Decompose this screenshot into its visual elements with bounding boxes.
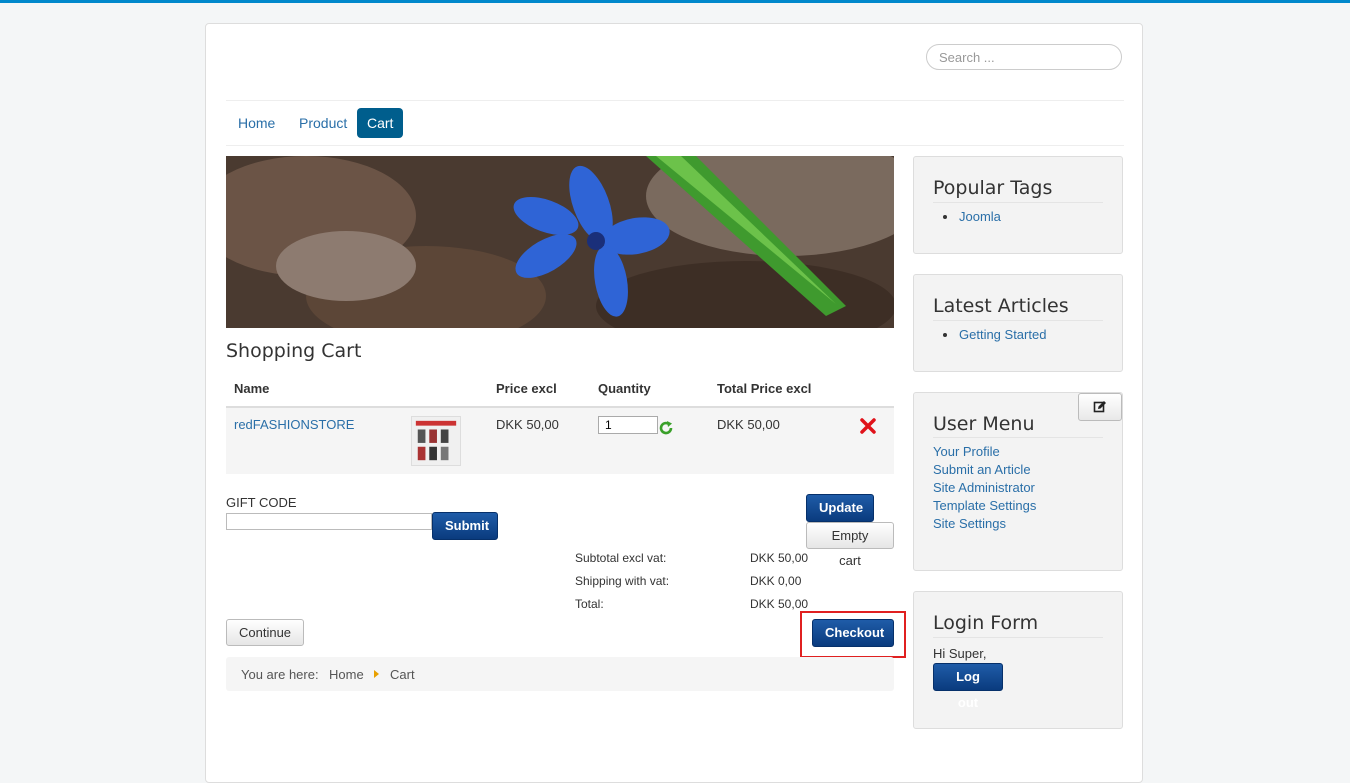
gift-code-input[interactable] (226, 513, 432, 530)
page-container: Home Product Cart Shopping Cart Name Pri… (205, 23, 1143, 783)
module-divider (933, 637, 1103, 638)
login-form-title: Login Form (933, 612, 1039, 634)
module-divider (933, 320, 1103, 321)
gift-code-label: GIFT CODE (226, 495, 297, 510)
header-divider (226, 100, 1124, 101)
latest-articles-module: Latest Articles Getting Started (913, 274, 1123, 372)
quantity-input[interactable] (598, 416, 658, 434)
shipping-label: Shipping with vat: (575, 574, 670, 588)
popular-tags-module: Popular Tags Joomla (913, 156, 1123, 254)
cart-item-price: DKK 50,00 (496, 417, 559, 432)
subtotal-label: Subtotal excl vat: (575, 551, 667, 565)
nav-divider (226, 145, 1124, 146)
login-greeting: Hi Super, (933, 646, 987, 661)
module-divider (933, 202, 1103, 203)
col-price-header: Price excl (496, 381, 557, 396)
user-menu-your-profile[interactable]: Your Profile (933, 444, 1000, 459)
col-name-header: Name (234, 381, 270, 396)
edit-icon (1093, 401, 1106, 413)
user-menu-template-settings[interactable]: Template Settings (933, 498, 1036, 513)
total-label: Total: (575, 597, 604, 611)
logout-button[interactable]: Log out (933, 663, 1003, 710)
login-form-module: Login Form Hi Super, Log out (913, 591, 1123, 729)
user-menu-site-administrator[interactable]: Site Administrator (933, 480, 1035, 495)
subtotal-value: DKK 50,00 (750, 551, 809, 565)
user-menu-site-settings[interactable]: Site Settings (933, 516, 1006, 531)
gift-submit-button[interactable]: Submit (432, 512, 498, 540)
nav-cart[interactable]: Cart (357, 108, 404, 138)
total-value: DKK 50,00 (750, 597, 809, 611)
nav-home[interactable]: Home (228, 108, 285, 138)
remove-item-icon[interactable] (859, 417, 877, 435)
nav-product[interactable]: Product (289, 108, 357, 138)
user-menu-submit-article[interactable]: Submit an Article (933, 462, 1031, 477)
breadcrumb-prefix: You are here: (241, 667, 319, 682)
continue-button[interactable]: Continue (226, 619, 304, 646)
col-quantity-header: Quantity (598, 381, 651, 396)
tag-joomla-link[interactable]: Joomla (959, 209, 1001, 224)
breadcrumb-home-link[interactable]: Home (329, 667, 364, 682)
breadcrumb: You are here: Home Cart (226, 657, 894, 691)
top-accent-bar (0, 0, 1350, 3)
cart-item-total: DKK 50,00 (717, 417, 780, 432)
breadcrumb-current: Cart (390, 667, 415, 682)
article-getting-started-link[interactable]: Getting Started (959, 327, 1046, 342)
user-menu-title: User Menu (933, 413, 1035, 435)
breadcrumb-separator-icon (374, 670, 379, 678)
popular-tags-title: Popular Tags (933, 177, 1053, 199)
bullet-icon (943, 333, 947, 337)
edit-module-button[interactable] (1078, 393, 1122, 421)
product-thumbnail[interactable] (411, 416, 461, 466)
search-input[interactable] (926, 44, 1122, 70)
shipping-value: DKK 0,00 (750, 574, 802, 588)
banner-image (226, 156, 894, 328)
module-divider (933, 437, 1103, 438)
latest-articles-title: Latest Articles (933, 295, 1069, 317)
cart-item-name-link[interactable]: redFASHIONSTORE (234, 417, 354, 432)
empty-cart-button[interactable]: Empty cart (806, 522, 894, 568)
checkout-highlight-box (800, 611, 906, 658)
page-title: Shopping Cart (226, 340, 362, 362)
update-button[interactable]: Update (806, 494, 874, 522)
bullet-icon (943, 215, 947, 219)
col-total-header: Total Price excl (717, 381, 812, 396)
refresh-icon[interactable] (658, 420, 674, 436)
